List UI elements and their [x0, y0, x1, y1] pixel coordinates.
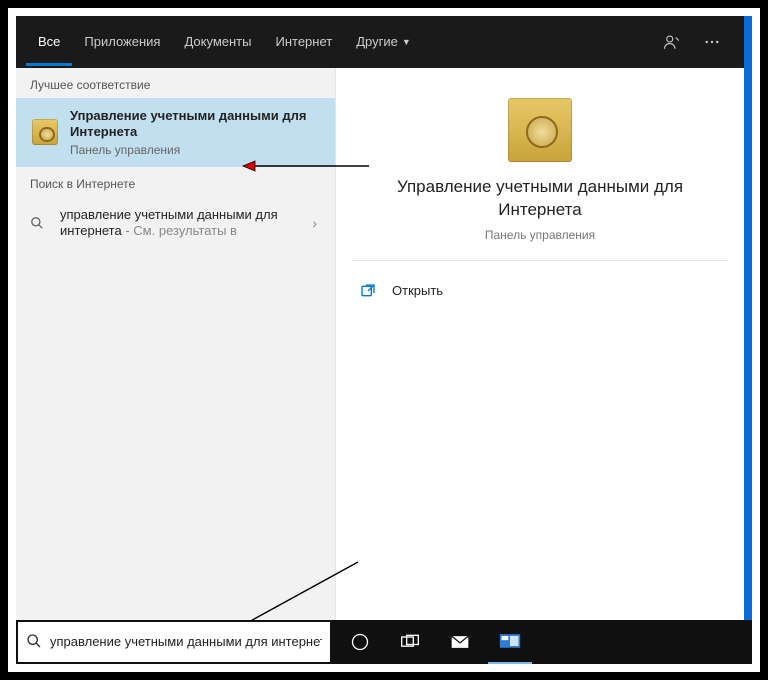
results-list: Лучшее соответствие Управление учетными …	[16, 68, 336, 636]
open-action[interactable]: Открыть	[354, 275, 726, 307]
feedback-icon[interactable]	[656, 26, 688, 58]
search-panel: Все Приложения Документы Интернет Другие…	[16, 16, 744, 636]
search-icon	[26, 633, 44, 651]
more-options-icon[interactable]	[696, 26, 728, 58]
preview-subtitle: Панель управления	[372, 228, 708, 242]
chevron-down-icon: ▼	[402, 37, 411, 47]
cortana-icon[interactable]	[338, 620, 382, 664]
chevron-right-icon[interactable]: ›	[308, 215, 321, 231]
search-tabs: Все Приложения Документы Интернет Другие…	[26, 18, 656, 66]
web-result-text: управление учетными данными для интернет…	[60, 207, 308, 241]
taskbar	[16, 620, 752, 664]
tab-documents[interactable]: Документы	[172, 18, 263, 66]
web-section-label: Поиск в Интернете	[16, 167, 335, 197]
tab-more[interactable]: Другие▼	[344, 18, 423, 66]
control-panel-icon[interactable]	[488, 620, 532, 664]
task-view-icon[interactable]	[388, 620, 432, 664]
credential-manager-icon	[508, 98, 572, 162]
search-icon	[30, 216, 50, 230]
search-input[interactable]	[50, 634, 322, 650]
web-search-result[interactable]: управление учетными данными для интернет…	[16, 197, 335, 251]
tab-all[interactable]: Все	[26, 18, 72, 66]
best-match-title: Управление учетными данными для Интернет…	[70, 108, 321, 141]
preview-title: Управление учетными данными для Интернет…	[372, 176, 708, 222]
mail-icon[interactable]	[438, 620, 482, 664]
search-header: Все Приложения Документы Интернет Другие…	[16, 16, 744, 68]
best-match-subtitle: Панель управления	[70, 143, 321, 157]
tab-internet[interactable]: Интернет	[263, 18, 344, 66]
tab-apps[interactable]: Приложения	[72, 18, 172, 66]
best-match-result[interactable]: Управление учетными данными для Интернет…	[16, 98, 335, 167]
open-label: Открыть	[392, 283, 443, 298]
best-match-label: Лучшее соответствие	[16, 68, 335, 98]
taskbar-search[interactable]	[18, 622, 330, 662]
preview-pane: Управление учетными данными для Интернет…	[336, 68, 744, 636]
open-icon	[360, 283, 382, 299]
credential-manager-icon	[30, 117, 60, 147]
